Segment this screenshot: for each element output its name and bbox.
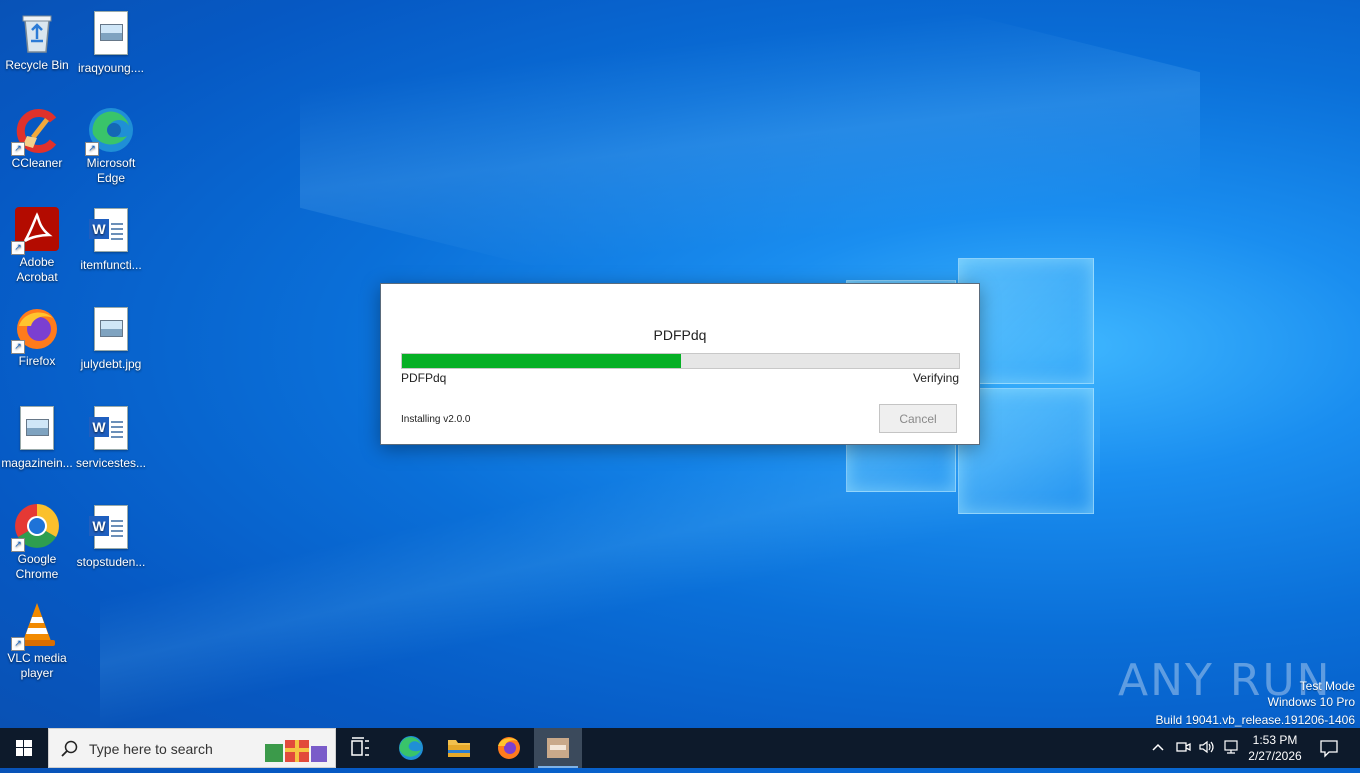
- chrome-icon: ↗: [11, 502, 61, 552]
- installer-dialog: PDFPdq PDFPdq Verifying Installing v2.0.…: [380, 283, 980, 445]
- vlc-cone-icon: ↗: [11, 601, 61, 651]
- progress-status-label: Verifying: [912, 371, 959, 385]
- ccleaner-icon: ↗: [11, 106, 61, 156]
- desktop-icon-julydebt[interactable]: julydebt.jpg: [74, 304, 148, 372]
- system-clock[interactable]: 1:53 PM 2/27/2026: [1236, 732, 1314, 764]
- image-file-icon: [87, 11, 135, 59]
- windows-start-icon: [16, 740, 32, 756]
- word-document-icon: W: [87, 505, 135, 553]
- windows-edition-text: Windows 10 Pro: [1267, 695, 1355, 709]
- desktop-icon-adobe-acrobat[interactable]: ↗ Adobe Acrobat: [0, 205, 74, 285]
- desktop-icon-google-chrome[interactable]: ↗ Google Chrome: [0, 502, 74, 582]
- taskbar-installer-app[interactable]: [534, 728, 582, 768]
- taskbar: Type here to search 1:53 PM 2/27/2026: [0, 728, 1360, 768]
- progress-left-label: PDFPdq: [401, 371, 447, 385]
- test-mode-text: Test Mode: [1299, 679, 1355, 693]
- install-progress-fill: [402, 354, 681, 368]
- build-number-text: Build 19041.vb_release.191206-1406: [1155, 713, 1356, 727]
- meet-now-icon[interactable]: [1175, 739, 1191, 755]
- desktop-icon-vlc[interactable]: ↗ VLC media player: [0, 601, 74, 681]
- install-progress-bar: [401, 353, 960, 369]
- desktop-icon-microsoft-edge[interactable]: ↗ Microsoft Edge: [74, 106, 148, 186]
- cancel-button[interactable]: Cancel: [879, 404, 957, 433]
- taskbar-task-view[interactable]: [336, 728, 384, 768]
- folder-icon: [448, 740, 470, 757]
- desktop-icon-stopstuden[interactable]: W stopstuden...: [74, 502, 148, 570]
- firefox-icon: [498, 737, 520, 759]
- taskbar-file-explorer[interactable]: [435, 728, 483, 768]
- word-document-icon: W: [87, 208, 135, 256]
- desktop-icon-firefox[interactable]: ↗ Firefox: [0, 304, 74, 369]
- firefox-icon: ↗: [11, 304, 61, 354]
- search-highlight-gifts-icon: [265, 740, 327, 762]
- installer-title: PDFPdq: [653, 327, 707, 343]
- word-document-icon: W: [87, 406, 135, 454]
- image-file-icon: [87, 307, 135, 355]
- desktop-icon-iraqyoung[interactable]: iraqyoung....: [74, 8, 148, 76]
- search-icon: [61, 740, 78, 757]
- notification-center-icon[interactable]: [1319, 738, 1339, 758]
- chevron-up-icon[interactable]: [1151, 739, 1165, 755]
- desktop-icon-ccleaner[interactable]: ↗ CCleaner: [0, 106, 74, 171]
- edge-icon: [399, 736, 423, 760]
- clock-date: 2/27/2026: [1248, 749, 1302, 763]
- installer-version-status: Installing v2.0.0: [401, 414, 471, 425]
- task-view-icon: [351, 737, 369, 756]
- desktop-icon-magazinein[interactable]: magazinein...: [0, 403, 74, 471]
- installer-app-icon: [547, 738, 569, 758]
- image-file-icon: [13, 406, 61, 454]
- desktop-icon-itemfuncti[interactable]: W itemfuncti...: [74, 205, 148, 273]
- start-button[interactable]: [0, 728, 48, 768]
- edge-icon: ↗: [85, 106, 135, 156]
- desktop-icon-recycle-bin[interactable]: Recycle Bin: [0, 8, 74, 73]
- taskbar-search-box[interactable]: Type here to search: [48, 728, 336, 768]
- clock-time: 1:53 PM: [1252, 733, 1298, 747]
- search-placeholder: Type here to search: [89, 741, 213, 757]
- desktop-icon-servicestes[interactable]: W servicestes...: [74, 403, 148, 471]
- volume-icon[interactable]: [1198, 739, 1216, 755]
- taskbar-firefox[interactable]: [485, 728, 533, 768]
- taskbar-edge[interactable]: [387, 728, 435, 768]
- recycle-bin-icon: [13, 8, 61, 56]
- acrobat-icon: ↗: [11, 205, 61, 255]
